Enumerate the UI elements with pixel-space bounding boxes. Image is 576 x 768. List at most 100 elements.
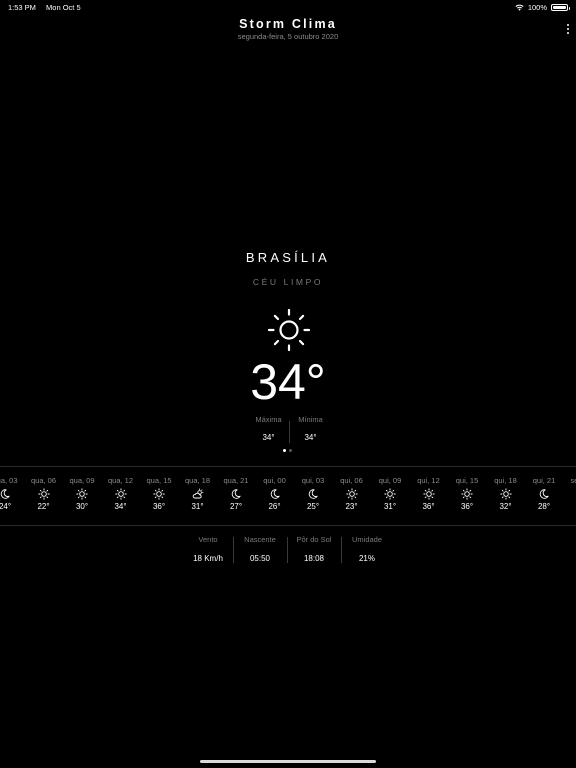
hourly-item: qua, 09 30° [62, 476, 102, 511]
moon-icon [270, 489, 280, 499]
page-dot[interactable] [283, 449, 286, 452]
hourly-time: qui, 18 [494, 476, 517, 485]
hourly-temperature: 31° [191, 502, 204, 511]
sun-icon [461, 488, 473, 500]
sun-icon [153, 488, 165, 500]
sun-icon [345, 488, 358, 500]
hourly-time: qua, 21 [223, 476, 249, 485]
page-indicator[interactable] [283, 449, 292, 452]
moon-icon [308, 489, 318, 499]
hourly-item: qui, 12 36° [409, 476, 449, 511]
detail-nascente: Nascente 05:50 [233, 535, 287, 567]
detail-p-r-do-sol: Pôr do Sol 18:08 [287, 535, 341, 567]
hourly-temperature: 28° [537, 502, 551, 511]
header-date: segunda-feira, 5 outubro 2020 [237, 32, 339, 41]
hourly-time: qui, 21 [532, 476, 556, 485]
sun-icon [499, 488, 512, 500]
hourly-item: qui, 09 31° [370, 476, 410, 511]
sun-icon [384, 488, 396, 500]
city-name: BRASÍLIA [245, 250, 331, 265]
hourly-time: qua, 18 [184, 476, 211, 485]
detail-label: Nascente [244, 535, 276, 544]
hourly-forecast[interactable]: qua, 03 24° qua, 06 22° qua, 09 30° qua, 12 34°… [0, 476, 576, 516]
detail-label: Umidade [351, 535, 382, 544]
status-date: Mon Oct 5 [46, 3, 81, 12]
max-label: Máxima [255, 415, 282, 424]
hourly-temperature: 26° [268, 502, 281, 511]
partly-cloudy-icon [192, 488, 204, 499]
hourly-time: qui, 03 [301, 476, 325, 485]
weather-condition: CÉU LIMPO [252, 277, 324, 287]
hourly-item: sex, 00 27° [563, 476, 576, 511]
hourly-temperature: 34° [114, 502, 127, 511]
hourly-time: qua, 03 [0, 476, 18, 485]
hourly-temperature: 36° [422, 502, 435, 511]
wifi-icon [515, 4, 524, 11]
hourly-item: qui, 21 28° [524, 476, 564, 511]
hourly-item: qui, 06 23° [332, 476, 372, 511]
hourly-temperature: 25° [306, 502, 320, 511]
moon-icon [539, 489, 549, 499]
hourly-time: qua, 09 [69, 476, 95, 485]
hourly-item: qua, 18 31° [178, 476, 218, 511]
app-title: Storm Clima [239, 17, 337, 31]
sun-icon [422, 488, 435, 500]
detail-label: Vento [198, 535, 218, 544]
min-value: 34° [304, 433, 317, 442]
min-max-panel: Máxima 34° Mínima 34° [248, 415, 330, 447]
detail-vento: Vento 18 Km/h [183, 535, 233, 567]
hourly-item: qua, 21 27° [216, 476, 256, 511]
detail-label: Pôr do Sol [296, 535, 332, 544]
hourly-time: qui, 15 [455, 476, 479, 485]
hourly-bottom-divider [0, 525, 576, 526]
more-vertical-icon [566, 24, 570, 27]
hourly-item: qui, 15 36° [447, 476, 487, 511]
hourly-time: qui, 09 [378, 476, 402, 485]
hourly-temperature: 30° [75, 502, 89, 511]
hourly-item: qua, 15 36° [139, 476, 179, 511]
hourly-item: qua, 12 34° [101, 476, 141, 511]
sun-icon [76, 488, 88, 500]
hourly-temperature: 24° [0, 502, 12, 511]
hourly-temperature: 36° [460, 502, 474, 511]
battery-icon [551, 4, 570, 11]
hourly-time: qua, 06 [30, 476, 57, 485]
min-label: Mínima [298, 415, 323, 424]
weather-details: Vento 18 Km/h Nascente 05:50 Pôr do Sol 18:08… [183, 535, 393, 567]
max-value: 34° [262, 433, 275, 442]
hourly-temperature: 32° [499, 502, 512, 511]
hourly-time: qui, 12 [417, 476, 440, 485]
hourly-time: qui, 00 [263, 476, 286, 485]
sun-icon [37, 488, 50, 500]
detail-value: 18 Km/h [193, 554, 223, 563]
hourly-temperature: 36° [152, 502, 166, 511]
hourly-time: sex, 00 [570, 476, 576, 485]
more-options-button[interactable] [563, 24, 573, 38]
hourly-temperature: 27° [563, 502, 576, 511]
hourly-temperature: 22° [37, 502, 50, 511]
hourly-time: qua, 12 [107, 476, 134, 485]
detail-value: 18:08 [303, 554, 325, 563]
hourly-temperature: 31° [383, 502, 397, 511]
home-indicator [200, 760, 376, 763]
hourly-item: qua, 06 22° [24, 476, 64, 511]
detail-umidade: Umidade 21% [341, 535, 393, 567]
detail-value: 05:50 [249, 554, 271, 563]
hourly-time: qua, 15 [146, 476, 172, 485]
sun-icon [267, 308, 311, 352]
hourly-item: qua, 03 24° [0, 476, 25, 511]
moon-icon [0, 489, 10, 499]
hourly-temperature: 27° [229, 502, 243, 511]
header: Storm Clima segunda-feira, 5 outubro 202… [0, 17, 576, 41]
hourly-top-divider [0, 466, 576, 467]
hourly-item: qui, 00 26° [255, 476, 295, 511]
sun-icon [114, 488, 127, 500]
hourly-item: qui, 18 32° [486, 476, 526, 511]
battery-percentage: 100% [527, 3, 547, 12]
current-temperature: 34° [250, 354, 326, 410]
status-bar: 1:53 PM Mon Oct 5 100% [0, 0, 576, 14]
hourly-temperature: 23° [345, 502, 358, 511]
hourly-time: qui, 06 [340, 476, 363, 485]
page-dot[interactable] [289, 449, 292, 452]
moon-icon [231, 489, 241, 499]
